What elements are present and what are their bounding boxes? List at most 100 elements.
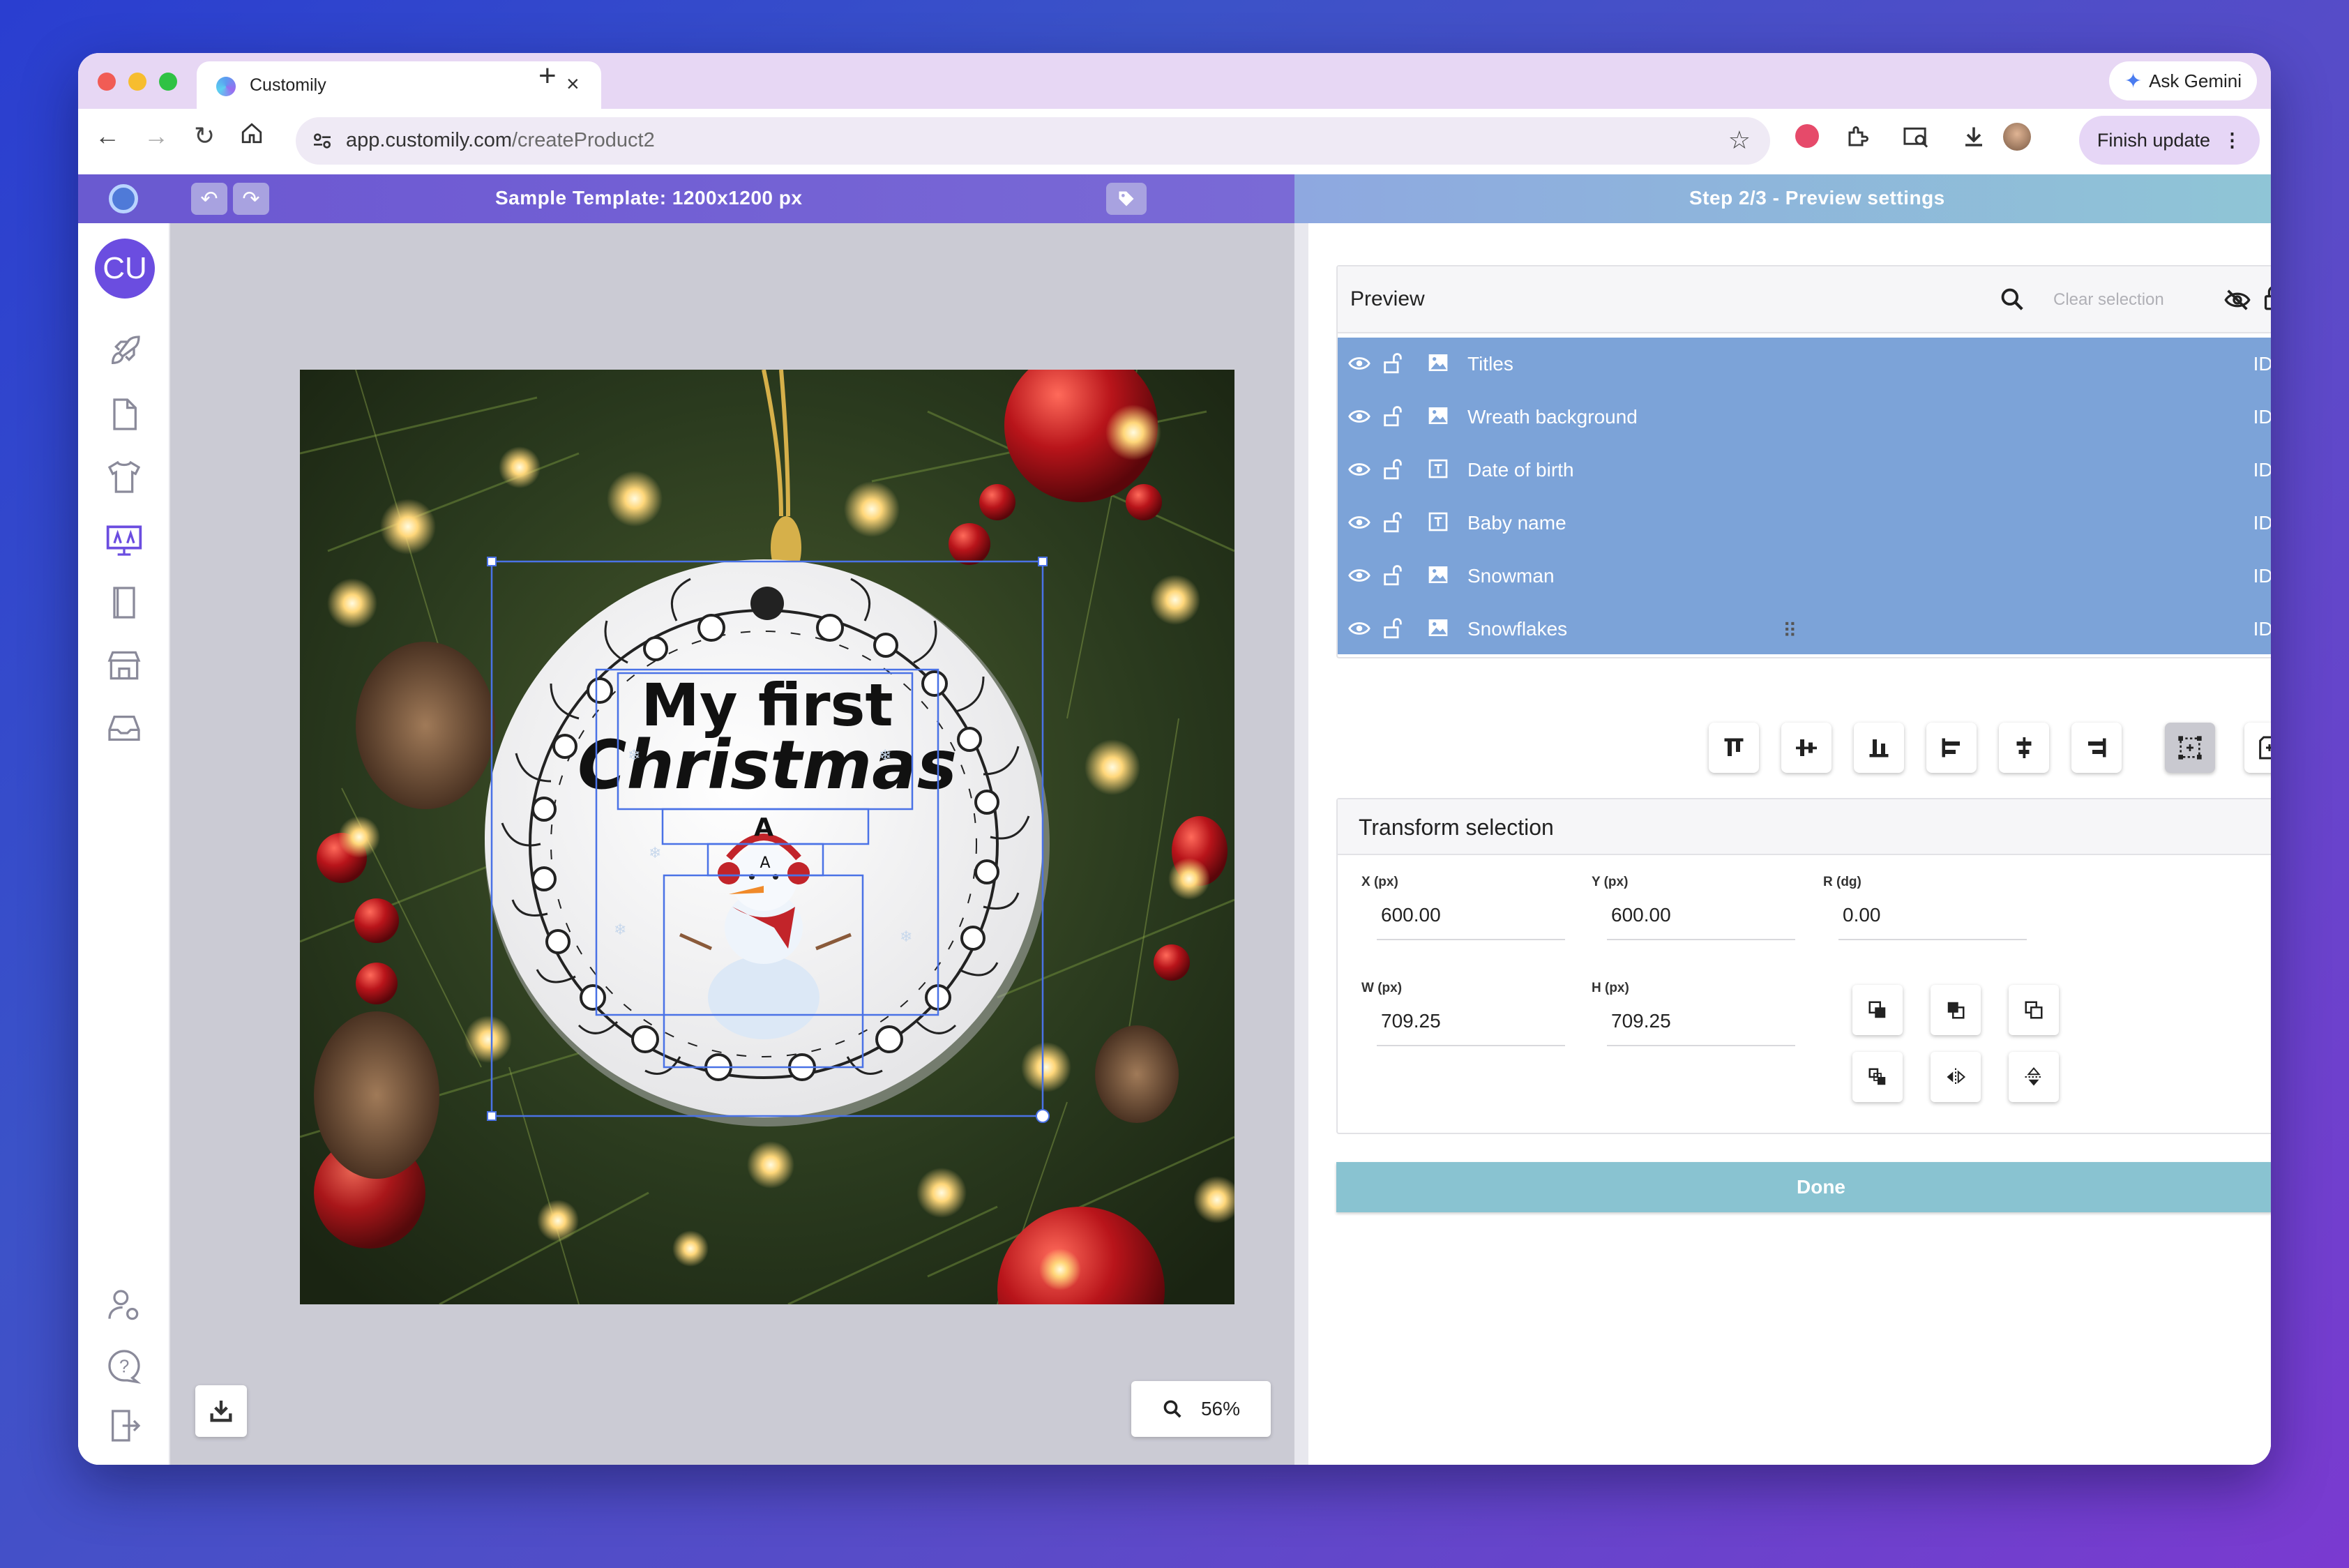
layer-row[interactable]: Snowman ID 3 — [1338, 550, 2271, 603]
drag-handle-icon[interactable]: ⠿ — [1783, 619, 1797, 642]
w-input[interactable]: 709.25 — [1381, 1010, 1441, 1032]
align-right-button[interactable] — [2071, 723, 2122, 773]
layer-id: ID 1 — [2253, 353, 2271, 375]
ask-gemini-button[interactable]: ✦ Ask Gemini — [2108, 61, 2257, 100]
unlock-icon[interactable] — [1382, 617, 1403, 640]
bring-forward-button[interactable] — [1852, 985, 1903, 1035]
layer-list: Titles ID 1 Wreath background ID 2 — [1338, 338, 2271, 654]
align-left-button[interactable] — [1926, 723, 1977, 773]
monitor-design-icon[interactable] — [105, 520, 144, 559]
download-button[interactable] — [195, 1385, 247, 1437]
redo-icon: ↷ — [242, 187, 260, 211]
finish-update-button[interactable]: Finish update ⋮ — [2078, 116, 2260, 165]
close-window-button[interactable] — [98, 73, 116, 91]
layer-name: Date of birth — [1467, 459, 1574, 481]
profile-avatar[interactable] — [2003, 123, 2031, 151]
send-backward-button[interactable] — [1931, 985, 1981, 1035]
y-input[interactable]: 600.00 — [1611, 904, 1671, 926]
clear-selection-button[interactable]: Clear selection — [2053, 290, 2164, 310]
page-icon[interactable] — [105, 395, 144, 434]
new-tab-button[interactable]: + — [538, 59, 557, 93]
help-icon[interactable]: ? — [105, 1346, 144, 1385]
done-button[interactable]: Done — [1336, 1162, 2271, 1212]
eye-icon[interactable] — [1347, 511, 1371, 534]
book-icon[interactable] — [105, 583, 144, 622]
eye-icon[interactable] — [1347, 564, 1371, 587]
undo-button[interactable]: ↶ — [191, 183, 227, 215]
zoom-control[interactable]: 56% — [1131, 1381, 1271, 1437]
align-vertical-center-button[interactable] — [1781, 723, 1831, 773]
add-to-canvas-button[interactable] — [2244, 723, 2271, 773]
align-top-button[interactable] — [1709, 723, 1759, 773]
store-icon[interactable] — [105, 646, 144, 685]
eye-icon[interactable] — [1347, 352, 1371, 375]
rocket-icon[interactable] — [105, 332, 144, 371]
h-input[interactable]: 709.25 — [1611, 1010, 1671, 1032]
placeholder-small: A — [760, 854, 770, 872]
unlock-icon[interactable] — [1382, 458, 1403, 481]
r-input[interactable]: 0.00 — [1843, 904, 1881, 926]
back-arrow-icon[interactable]: ← — [95, 121, 120, 151]
layer-row[interactable]: Titles ID 1 — [1338, 338, 2271, 391]
eye-icon[interactable] — [1347, 405, 1371, 428]
logo-bar — [78, 174, 170, 223]
flip-vertical-button[interactable] — [2009, 1052, 2059, 1102]
align-top-icon — [1724, 738, 1744, 756]
panel-splitter[interactable] — [1294, 223, 1308, 1465]
unlock-icon[interactable] — [1382, 564, 1403, 587]
redo-button[interactable]: ↷ — [233, 183, 269, 215]
more-vertical-icon: ⋮ — [2223, 129, 2242, 151]
tab-search-icon[interactable] — [1903, 124, 1929, 156]
unlock-icon[interactable] — [1382, 352, 1403, 375]
layer-row[interactable]: Wreath background ID 2 — [1338, 391, 2271, 444]
preview-layers-box: Preview Clear selection Titles ID Wreath… — [1336, 265, 2271, 658]
forward-arrow-icon[interactable]: → — [144, 121, 169, 151]
hide-eye-slash-icon[interactable] — [2223, 286, 2251, 317]
customily-logo-icon[interactable] — [109, 184, 138, 213]
user-avatar[interactable]: CU — [95, 239, 155, 299]
tab-close-icon[interactable]: × — [566, 71, 580, 97]
align-vertical-center-icon — [1796, 739, 1817, 756]
inbox-icon[interactable] — [105, 709, 144, 748]
eye-icon[interactable] — [1347, 458, 1371, 481]
transform-selection-box: Transform selection X (px) 600.00 Y (px)… — [1336, 798, 2271, 1134]
unlock-icon[interactable] — [1382, 511, 1403, 534]
r-underline — [1838, 939, 2027, 940]
product-preview-image[interactable]: My first Christmas ❄ ❄ ❄ ❄ ❄ A A — [300, 370, 1234, 1304]
select-bounds-button[interactable] — [2165, 723, 2215, 773]
extension-icon[interactable] — [1795, 124, 1819, 148]
reload-icon[interactable]: ↻ — [194, 121, 215, 151]
tshirt-icon[interactable] — [105, 458, 144, 497]
tag-button[interactable] — [1106, 183, 1147, 215]
duplicate-icon — [2025, 1001, 2043, 1019]
bookmark-star-icon[interactable]: ☆ — [1728, 126, 1751, 155]
lock-icon[interactable] — [2261, 285, 2271, 316]
align-bottom-button[interactable] — [1854, 723, 1904, 773]
image-layer-icon — [1428, 619, 1448, 636]
user-settings-icon[interactable] — [105, 1286, 144, 1325]
layer-row[interactable]: Date of birth ID 6 — [1338, 444, 2271, 497]
search-icon[interactable] — [1999, 286, 2025, 316]
site-settings-icon[interactable] — [311, 130, 333, 156]
preview-settings-panel: Preview Clear selection Titles ID Wreath… — [1308, 223, 2271, 1465]
address-bar[interactable]: app.customily.com/createProduct2 ☆ — [296, 117, 1770, 165]
url-path: /createProduct2 — [512, 129, 655, 151]
minimize-window-button[interactable] — [128, 73, 146, 91]
unlock-icon[interactable] — [1382, 405, 1403, 428]
logout-icon[interactable] — [105, 1406, 144, 1445]
eye-icon[interactable] — [1347, 617, 1371, 640]
image-layer-icon — [1428, 407, 1448, 424]
x-input[interactable]: 600.00 — [1381, 904, 1441, 926]
align-horizontal-center-button[interactable] — [1999, 723, 2049, 773]
extensions-puzzle-icon[interactable] — [1845, 124, 1871, 156]
maximize-window-button[interactable] — [159, 73, 177, 91]
bring-forward-icon — [1868, 1001, 1886, 1018]
layer-row[interactable]: Snowflakes ID 4 — [1338, 603, 2271, 656]
home-icon[interactable] — [240, 121, 264, 149]
y-label: Y (px) — [1592, 875, 1629, 889]
duplicate-button[interactable] — [2009, 985, 2059, 1035]
arrange-button[interactable] — [1852, 1052, 1903, 1102]
layer-row[interactable]: Baby name ID 5 — [1338, 497, 2271, 550]
download-icon[interactable] — [1961, 124, 1986, 156]
flip-horizontal-button[interactable] — [1931, 1052, 1981, 1102]
